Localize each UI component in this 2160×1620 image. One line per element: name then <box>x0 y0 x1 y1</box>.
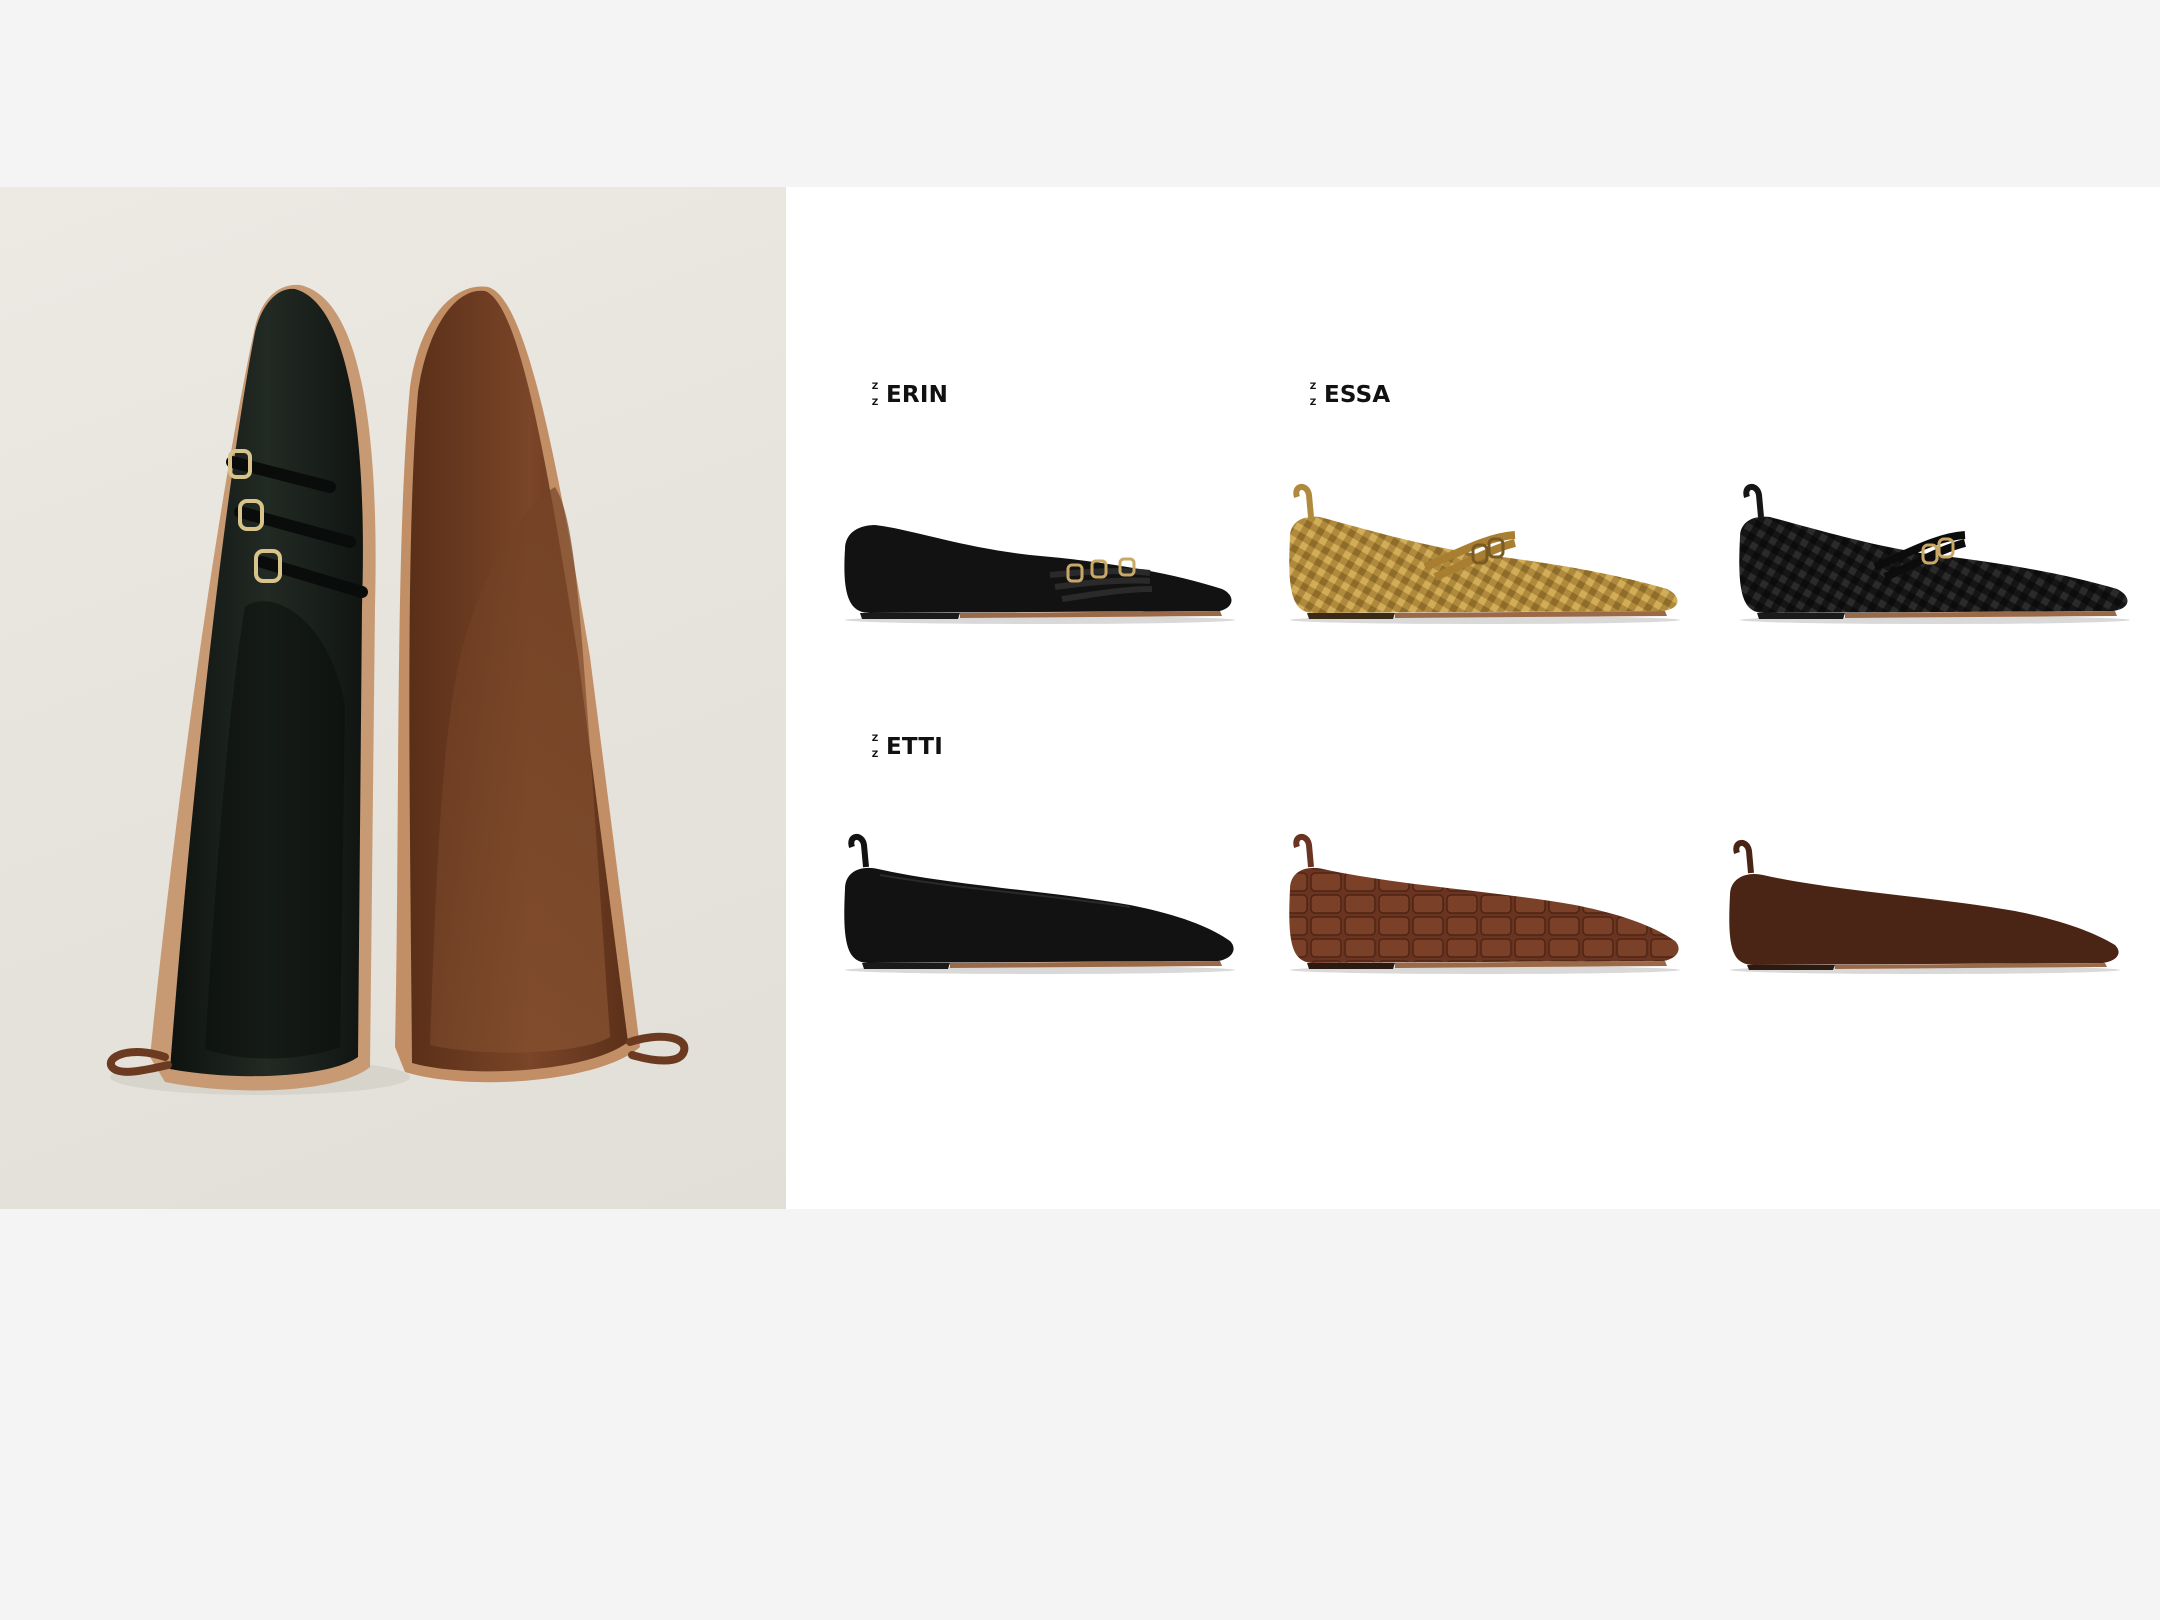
brand-logo-icon: ZZ <box>1309 382 1317 408</box>
brown-shoe-heel-tab <box>626 1032 689 1065</box>
product-etti-croc[interactable] <box>1275 827 1695 997</box>
style-name-erin: ERIN <box>886 382 949 408</box>
label-erin: ZZ ERIN <box>870 380 948 410</box>
shoe-body <box>1289 867 1679 963</box>
product-etti-suede[interactable] <box>1715 827 2135 997</box>
hero-photo <box>0 187 786 1209</box>
label-etti: ZZ ETTI <box>870 732 943 762</box>
shoe-body <box>1739 516 2128 613</box>
lookbook-slide: ZZ ERIN ZZ ESSA ZZ ETTI <box>0 187 2160 1209</box>
style-name-essa: ESSA <box>1324 382 1391 408</box>
shoe-body <box>844 525 1232 613</box>
style-name-etti: ETTI <box>886 734 943 760</box>
brand-logo-icon: ZZ <box>871 382 879 408</box>
product-etti-black[interactable] <box>830 827 1250 997</box>
shoe-body <box>1289 516 1678 613</box>
shoe-body <box>1729 873 2119 965</box>
label-essa: ZZ ESSA <box>1308 380 1390 410</box>
shoe-body <box>844 867 1234 963</box>
product-erin-black[interactable] <box>830 477 1250 647</box>
product-essa-gold[interactable] <box>1275 477 1695 647</box>
product-essa-black[interactable] <box>1725 477 2145 647</box>
brand-logo-icon: ZZ <box>871 734 879 760</box>
